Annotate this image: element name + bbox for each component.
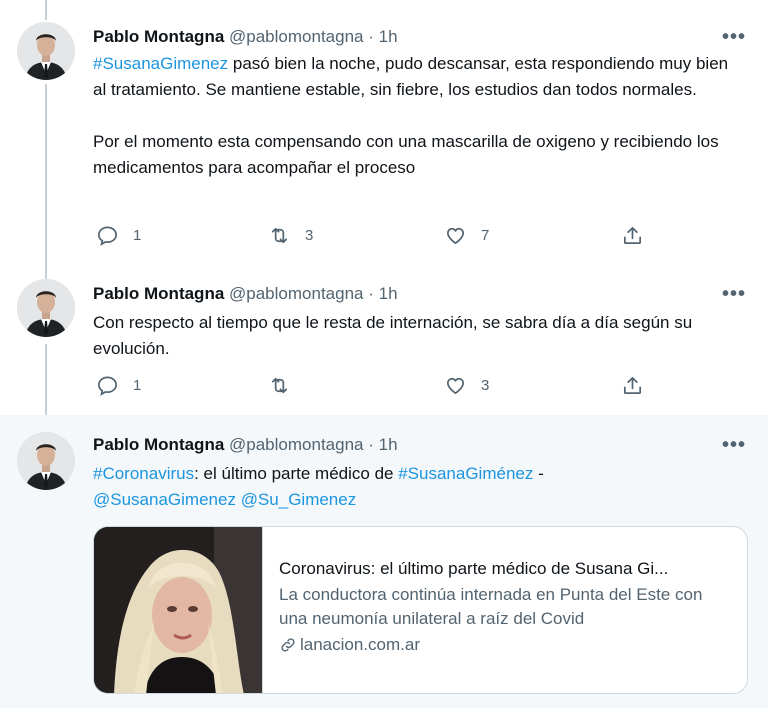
tweet-paragraph-1: #SusanaGimenez pasó bien la noche, pudo … (93, 51, 733, 103)
reply-icon (98, 376, 117, 396)
card-thumbnail (94, 527, 263, 693)
link-card[interactable]: Coronavirus: el último parte médico de S… (93, 526, 748, 694)
retweet-button[interactable] (268, 374, 305, 397)
avatar[interactable] (17, 22, 75, 80)
more-icon[interactable]: ••• (722, 27, 746, 47)
hashtag-link[interactable]: #SusanaGimenez (93, 54, 228, 73)
tweet-2[interactable]: Pablo Montagna @pablomontagna · 1h ••• C… (0, 265, 768, 415)
more-icon[interactable]: ••• (722, 435, 746, 455)
mention-link[interactable]: @SusanaGimenez (93, 490, 236, 509)
tweet-text-segment: - (533, 464, 544, 483)
retweet-button[interactable]: 3 (268, 224, 313, 247)
like-button[interactable]: 7 (444, 224, 489, 247)
separator: · (368, 27, 374, 46)
retweet-icon (271, 227, 288, 244)
retweet-icon (271, 377, 288, 394)
retweet-count: 3 (305, 227, 314, 244)
card-title: Coronavirus: el último parte médico de S… (279, 559, 669, 578)
display-name[interactable]: Pablo Montagna (93, 284, 224, 303)
like-icon (446, 227, 465, 245)
tweet-text-segment: : el último parte médico de (194, 464, 399, 483)
card-body: Coronavirus: el último parte médico de S… (279, 557, 729, 657)
tweet-header: Pablo Montagna @pablomontagna · 1h (93, 26, 398, 48)
tweet-actions: 1 3 (93, 374, 653, 400)
card-domain-text: lanacion.com.ar (300, 635, 421, 654)
reply-icon (98, 226, 117, 246)
card-domain: lanacion.com.ar (279, 633, 729, 657)
card-description: La conductora continúa internada en Punt… (279, 585, 703, 628)
timestamp[interactable]: 1h (379, 27, 398, 46)
tweet-1[interactable]: Pablo Montagna @pablomontagna · 1h ••• #… (0, 0, 768, 265)
like-icon (446, 377, 465, 395)
separator: · (368, 284, 374, 303)
tweet-actions: 1 3 7 (93, 224, 653, 250)
tweet-header: Pablo Montagna @pablomontagna · 1h (93, 283, 398, 305)
handle[interactable]: @pablomontagna (229, 284, 363, 303)
tweet-text: Con respecto al tiempo que le resta de i… (93, 313, 693, 358)
handle[interactable]: @pablomontagna (229, 27, 363, 46)
handle[interactable]: @pablomontagna (229, 435, 363, 454)
link-icon (281, 638, 295, 652)
more-icon[interactable]: ••• (722, 284, 746, 304)
tweet-paragraph-2: Por el momento esta compensando con una … (93, 132, 719, 177)
reply-count: 1 (133, 377, 142, 394)
avatar[interactable] (17, 279, 75, 337)
avatar[interactable] (17, 432, 75, 490)
like-count: 3 (481, 377, 490, 394)
display-name[interactable]: Pablo Montagna (93, 435, 224, 454)
reply-button[interactable]: 1 (96, 224, 141, 247)
share-icon (623, 226, 642, 245)
like-button[interactable]: 3 (444, 374, 489, 397)
tweet-text: #SusanaGimenez pasó bien la noche, pudo … (93, 51, 733, 181)
hashtag-link[interactable]: #Coronavirus (93, 464, 194, 483)
hashtag-link[interactable]: #SusanaGiménez (398, 464, 533, 483)
tweet-header: Pablo Montagna @pablomontagna · 1h (93, 434, 398, 456)
reply-count: 1 (133, 227, 142, 244)
reply-button[interactable]: 1 (96, 374, 141, 397)
share-icon (623, 376, 642, 395)
tweet-text: #Coronavirus: el último parte médico de … (93, 461, 733, 513)
display-name[interactable]: Pablo Montagna (93, 27, 224, 46)
timestamp[interactable]: 1h (379, 435, 398, 454)
share-button[interactable] (621, 374, 644, 397)
separator: · (368, 435, 374, 454)
share-button[interactable] (621, 224, 644, 247)
timestamp[interactable]: 1h (379, 284, 398, 303)
like-count: 7 (481, 227, 490, 244)
mention-link[interactable]: @Su_Gimenez (241, 490, 357, 509)
